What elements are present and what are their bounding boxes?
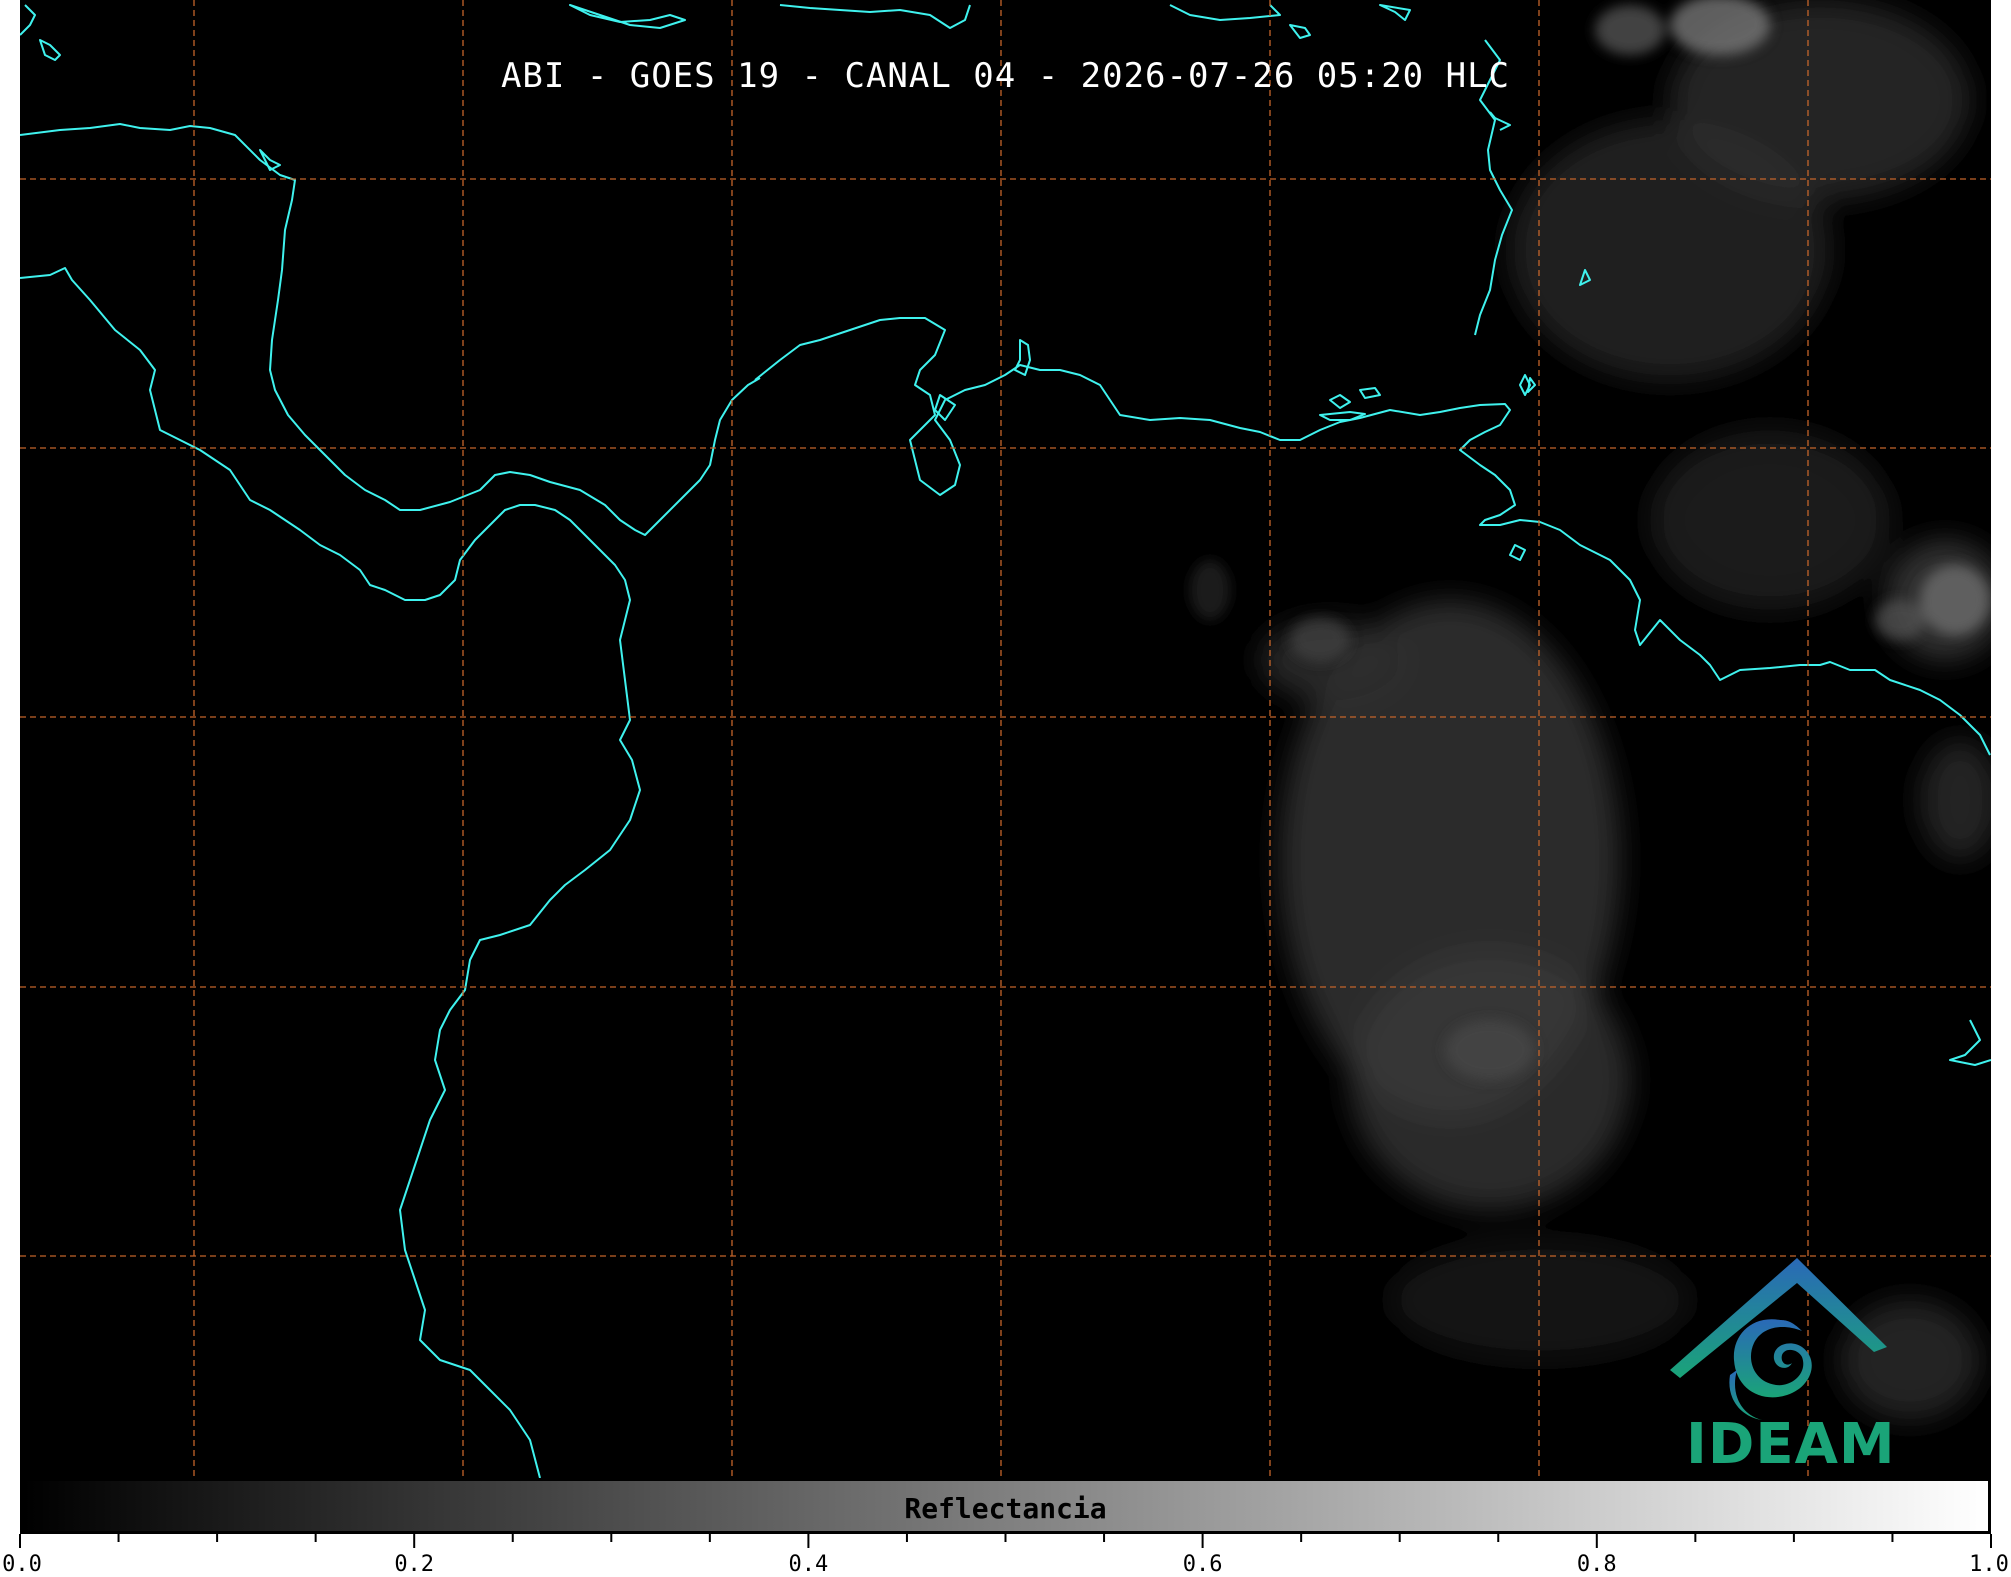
logo-text: IDEAM — [1686, 1412, 1896, 1477]
colorbar-tick-label: 0.6 — [1182, 1552, 1223, 1577]
colorbar-tick-label: 0.4 — [788, 1552, 829, 1577]
colorbar-tick-label: 1.0 — [1969, 1552, 2009, 1577]
colorbar: Reflectancia — [20, 1478, 1991, 1534]
colorbar-tick-marks — [19, 1534, 1992, 1548]
cloud-layer — [1260, 0, 1991, 1420]
image-title: ABI - GOES 19 - CANAL 04 - 2026-07-26 05… — [500, 56, 1511, 96]
colorbar-tick-label: 0.2 — [394, 1552, 435, 1577]
colorbar-tick-label: 0.0 — [2, 1552, 42, 1577]
colorbar-tick-label: 0.8 — [1576, 1552, 1617, 1577]
colorbar-ticks: 0.0 0.2 0.4 0.6 0.8 1.0 — [0, 1534, 2011, 1577]
colorbar-label: Reflectancia — [904, 1492, 1107, 1525]
